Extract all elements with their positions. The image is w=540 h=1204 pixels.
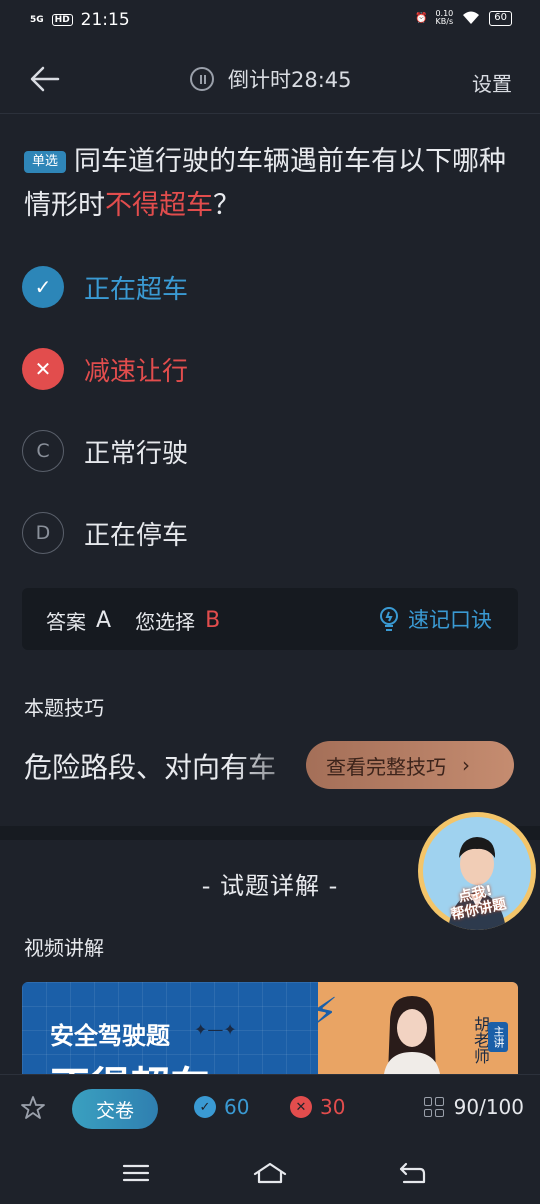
question-text: 单选 同车道行驶的车辆遇前车有以下哪种情形时不得超车？ (24, 140, 520, 228)
tip-button-label: 查看完整技巧 (326, 754, 446, 779)
progress-value: 90/100 (453, 1095, 524, 1119)
lightning-icon: ⚡ (310, 990, 339, 1036)
signal-indicator: 5G (30, 14, 44, 25)
grid-icon (423, 1097, 444, 1117)
option-b[interactable]: ✕ 减速让行 (22, 348, 188, 390)
bottom-toolbar: 交卷 ✓ 60 ✕ 30 90/100 (0, 1074, 540, 1142)
check-icon: ✓ (22, 266, 64, 308)
question-end: ？ (213, 190, 240, 221)
question-highlight: 不得超车 (105, 190, 213, 221)
option-label: 正在停车 (84, 520, 189, 551)
chosen-label: 您选择 (135, 610, 196, 634)
battery-indicator: 60 (489, 10, 512, 26)
status-bar: 5G HD 21:15 ⏰ 0.10 KB/s 60 (0, 0, 540, 44)
teacher-tag: 主讲 (488, 1022, 508, 1052)
view-full-tip-button[interactable]: 查看完整技巧 › (306, 741, 514, 789)
question-progress-button[interactable]: 90/100 (423, 1095, 524, 1119)
option-d[interactable]: D 正在停车 (22, 512, 188, 554)
thumbnail-title: 安全驾驶题 (50, 1022, 170, 1050)
option-c[interactable]: C 正常行驶 (22, 430, 188, 472)
back-nav-icon[interactable] (396, 1158, 428, 1188)
countdown-timer[interactable]: 倒计时28:45 (190, 64, 352, 94)
chevron-right-icon: › (462, 753, 470, 777)
submit-exam-button[interactable]: 交卷 (72, 1089, 158, 1129)
tip-title: 本题技巧 (24, 696, 104, 720)
option-a[interactable]: ✓ 正在超车 (22, 266, 188, 308)
hd-indicator: HD (51, 14, 73, 26)
option-label: 正在超车 (84, 274, 189, 305)
question-type-badge: 单选 (24, 151, 67, 173)
lightbulb-icon (380, 607, 398, 631)
video-section-label: 视频讲解 (24, 936, 104, 960)
correct-count-value: 60 (224, 1095, 250, 1119)
answer-panel: 答案 A 您选择 B 速记口诀 (22, 588, 518, 650)
alarm-icon: ⏰ (415, 12, 428, 24)
answer-label: 答案 (46, 610, 86, 634)
home-icon[interactable] (252, 1158, 288, 1188)
chosen-value: B (205, 608, 221, 633)
option-marker: C (22, 430, 64, 472)
back-arrow-icon[interactable] (28, 62, 62, 96)
thumbnail-big-title: 不得超车 (50, 1054, 210, 1074)
cross-circle-icon: ✕ (290, 1096, 312, 1118)
video-thumbnail[interactable]: ⚡ 安全驾驶题 ✦—✦ 不得超车 胡老师 主讲 (22, 982, 518, 1074)
countdown-label: 倒计时28:45 (228, 68, 352, 92)
correct-count: ✓ 60 (194, 1095, 249, 1119)
option-label: 正常行驶 (84, 438, 189, 469)
cross-icon: ✕ (22, 348, 64, 390)
mnemonic-button[interactable]: 速记口诀 (378, 604, 492, 634)
tutor-avatar-button[interactable]: 点我! 帮你讲题 (418, 812, 536, 930)
option-marker: D (22, 512, 64, 554)
pause-icon[interactable] (190, 67, 214, 91)
wifi-icon (463, 11, 480, 24)
sparkle-icon: ✦—✦ (194, 1020, 237, 1039)
menu-icon[interactable] (120, 1158, 152, 1188)
teacher-portrait (384, 996, 440, 1074)
system-nav-bar (0, 1142, 540, 1204)
option-label: 减速让行 (84, 356, 189, 387)
net-speed: 0.10 KB/s (435, 9, 454, 26)
top-bar: 倒计时28:45 设置 (0, 44, 540, 114)
status-time: 21:15 (80, 10, 130, 30)
wrong-count: ✕ 30 (290, 1095, 345, 1119)
question-body: 同车道行驶的车辆遇前车有以下哪种情形时 (24, 146, 507, 221)
favorite-star-icon[interactable] (20, 1095, 46, 1121)
check-circle-icon: ✓ (194, 1096, 216, 1118)
wrong-count-value: 30 (320, 1095, 346, 1119)
mnemonic-label: 速记口诀 (408, 608, 492, 632)
settings-button[interactable]: 设置 (472, 68, 512, 97)
answer-value: A (96, 608, 112, 633)
